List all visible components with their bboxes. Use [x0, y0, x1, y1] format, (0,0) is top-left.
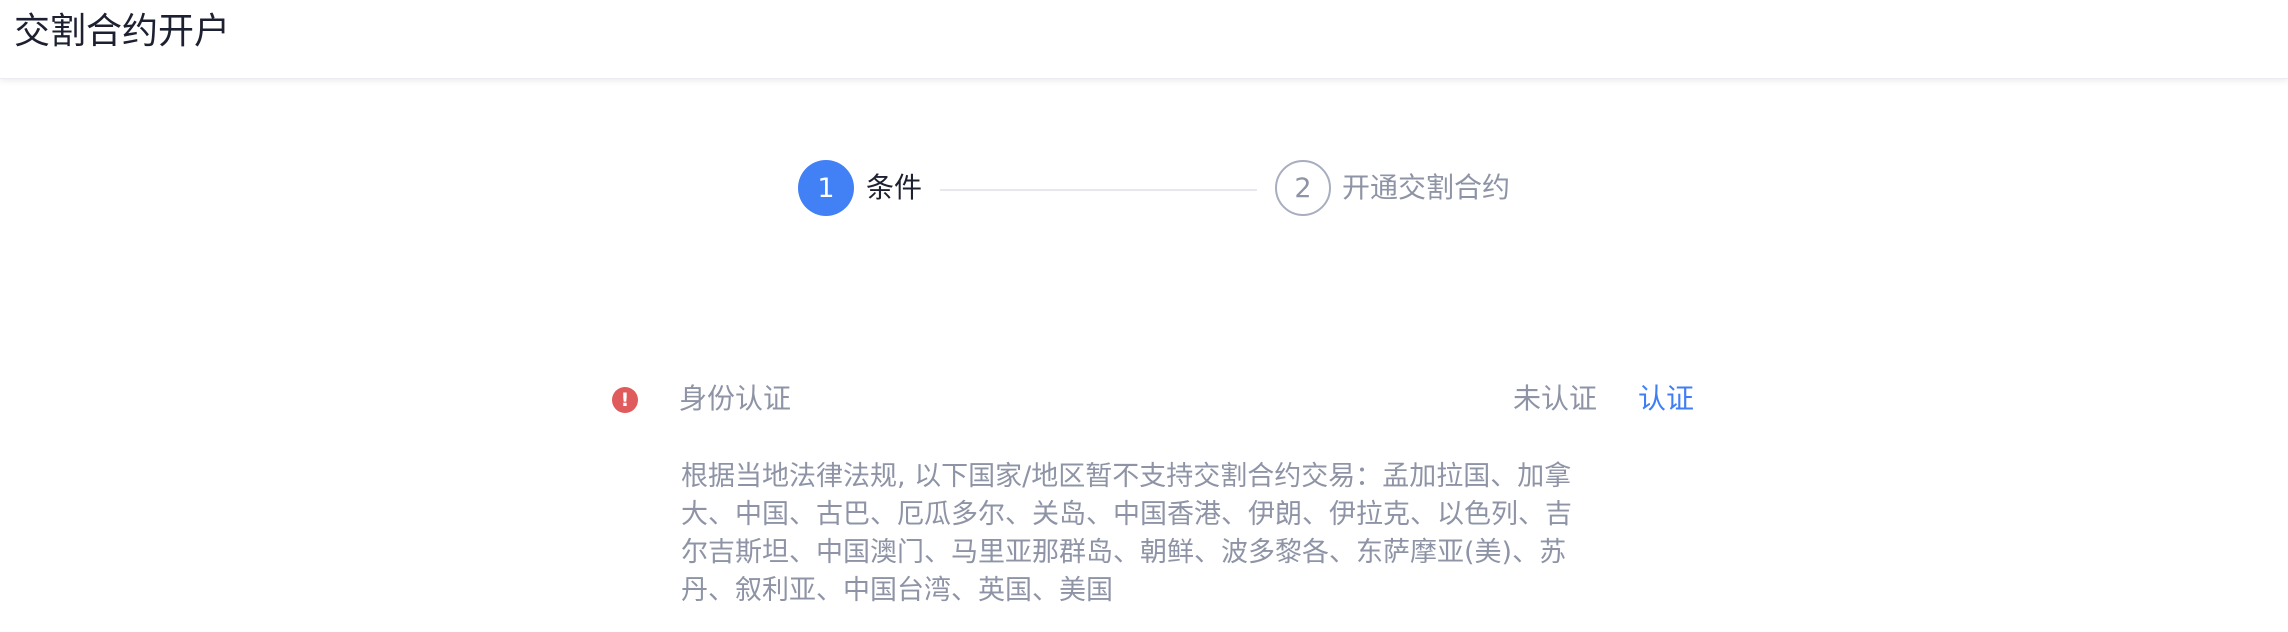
page-header: 交割合约开户	[0, 0, 2288, 79]
step-1-label: 条件	[866, 171, 923, 204]
step-2-label: 开通交割合约	[1342, 171, 1511, 204]
page-title: 交割合约开户	[14, 11, 231, 52]
requirement-title: 身份认证	[679, 382, 792, 415]
verification-status: 未认证	[1513, 382, 1598, 415]
step-connector	[940, 189, 1257, 191]
verify-link[interactable]: 认证	[1638, 380, 1694, 418]
restricted-regions-note: 根据当地法律法规, 以下国家/地区暂不支持交割合约交易：孟加拉国、加拿大、中国、…	[681, 461, 1572, 606]
step-1-number: 1	[798, 160, 854, 216]
alert-icon: !	[612, 387, 638, 413]
step-2-number: 2	[1275, 160, 1331, 216]
